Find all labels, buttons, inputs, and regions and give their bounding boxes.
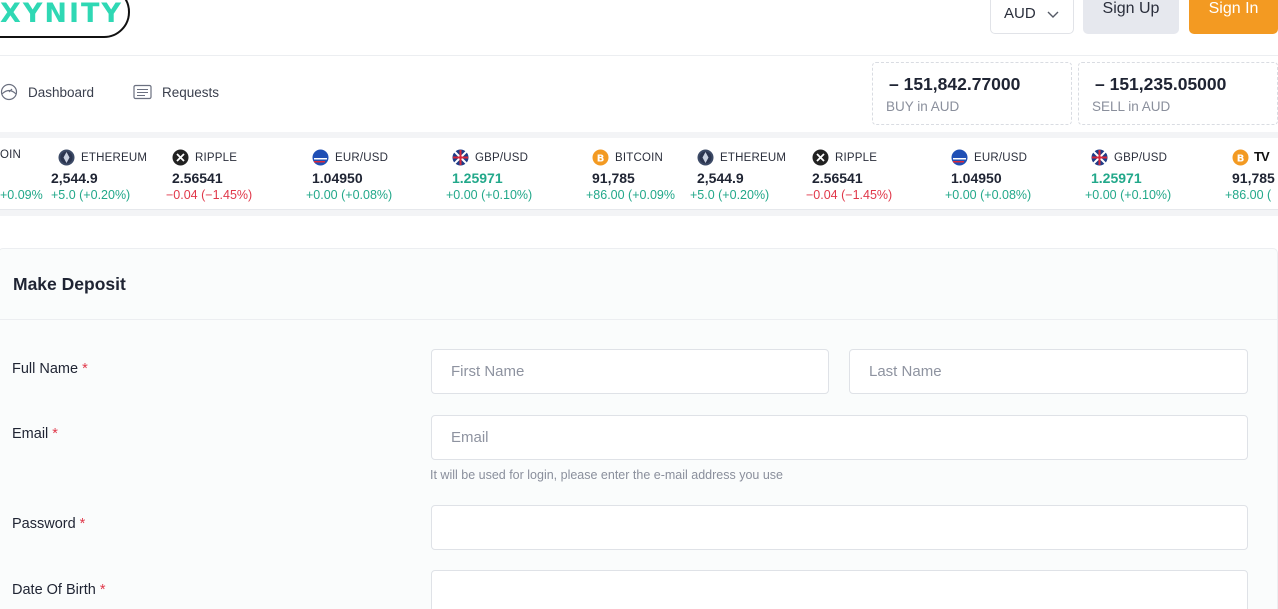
email-input[interactable] bbox=[431, 415, 1248, 460]
ripple-icon bbox=[172, 149, 189, 166]
svg-text:B: B bbox=[597, 154, 605, 165]
dashboard-icon bbox=[0, 83, 18, 101]
list-icon bbox=[133, 84, 152, 100]
card-header: Make Deposit bbox=[0, 249, 1277, 320]
ticker-name: RIPPLE bbox=[835, 151, 878, 164]
sell-price-box: – 151,235.05000 SELL in AUD bbox=[1078, 62, 1278, 125]
ripple-icon bbox=[812, 149, 829, 166]
ticker-change: −0.04 (−1.45%) bbox=[806, 188, 893, 202]
full-name-label-text: Full Name bbox=[12, 361, 79, 377]
ethereum-icon bbox=[697, 149, 714, 166]
top-header: XYNITY AUD Sign Up Sign In bbox=[0, 0, 1278, 56]
ticker-price: 1.04950 bbox=[312, 170, 363, 186]
ticker-price: 91,785 bbox=[592, 170, 635, 186]
buy-price-label: BUY in AUD bbox=[886, 99, 960, 114]
nav-row: Dashboard Requests – 151,842.77000 BUY i… bbox=[0, 56, 1278, 132]
ticker-change: +0.00 (+0.08%) bbox=[306, 188, 393, 202]
ticker-price: 1.25971 bbox=[1091, 170, 1142, 186]
sell-price-value: – 151,235.05000 bbox=[1095, 74, 1227, 94]
eur-usd-flag-icon bbox=[951, 149, 968, 166]
ticker-price: 2,544.9 bbox=[51, 170, 98, 186]
ticker-change: +0.00 (+0.08%) bbox=[945, 188, 1032, 202]
ticker-change: −0.04 (−1.45%) bbox=[166, 188, 253, 202]
required-mark: * bbox=[52, 426, 58, 442]
ticker-change: +86.00 ( bbox=[1225, 188, 1272, 202]
password-label-text: Password bbox=[12, 516, 76, 532]
chevron-down-icon bbox=[1047, 11, 1059, 18]
ticker-name: RIPPLE bbox=[195, 151, 238, 164]
ticker-tape[interactable]: OIN +0.09% ETHEREUM 2,544.9 +5.0 (+0.20%… bbox=[0, 138, 1278, 210]
email-hint: It will be used for login, please enter … bbox=[430, 468, 783, 482]
dob-label: Date Of Birth * bbox=[12, 582, 105, 598]
nav-requests[interactable]: Requests bbox=[133, 82, 219, 102]
ticker-change: +0.09% bbox=[0, 188, 43, 202]
ticker-price: 2,544.9 bbox=[697, 170, 744, 186]
ticker-price: 2.56541 bbox=[812, 170, 863, 186]
ticker-change: +5.0 (+0.20%) bbox=[690, 188, 770, 202]
currency-select[interactable]: AUD bbox=[990, 0, 1074, 34]
gbp-usd-flag-icon bbox=[1091, 149, 1108, 166]
ticker-price: 1.25971 bbox=[452, 170, 503, 186]
currency-label: AUD bbox=[1004, 5, 1036, 22]
tradingview-logo[interactable]: TV bbox=[1254, 149, 1270, 164]
page-title: Make Deposit bbox=[13, 274, 126, 294]
ticker-name: GBP/USD bbox=[1114, 151, 1168, 164]
required-mark: * bbox=[99, 582, 106, 598]
bitcoin-icon: B bbox=[1232, 149, 1249, 166]
ethereum-icon bbox=[58, 149, 75, 166]
dob-label-text: Date Of Birth bbox=[12, 582, 96, 598]
ticker-change: +0.00 (+0.10%) bbox=[1085, 188, 1172, 202]
last-name-input[interactable] bbox=[849, 349, 1248, 394]
password-input[interactable] bbox=[431, 505, 1248, 550]
full-name-label: Full Name * bbox=[12, 361, 88, 377]
bitcoin-icon: B bbox=[592, 149, 609, 166]
email-label-text: Email bbox=[12, 426, 49, 442]
gbp-usd-flag-icon bbox=[452, 149, 469, 166]
sell-price-label: SELL in AUD bbox=[1092, 99, 1171, 114]
buy-price-value: – 151,842.77000 bbox=[889, 74, 1021, 94]
sign-up-button[interactable]: Sign Up bbox=[1083, 0, 1179, 34]
first-name-input[interactable] bbox=[431, 349, 829, 394]
nav-requests-label: Requests bbox=[162, 84, 220, 100]
ticker-change: +5.0 (+0.20%) bbox=[51, 188, 131, 202]
logo-text: XYNITY bbox=[0, 0, 123, 29]
ticker-name: GBP/USD bbox=[475, 151, 529, 164]
sign-in-button[interactable]: Sign In bbox=[1189, 0, 1278, 34]
ticker-name: ETHEREUM bbox=[81, 151, 148, 164]
ticker-name: ETHEREUM bbox=[720, 151, 787, 164]
svg-text:B: B bbox=[1237, 154, 1245, 165]
required-mark: * bbox=[79, 516, 86, 532]
ticker-name: OIN bbox=[0, 149, 22, 161]
password-label: Password * bbox=[12, 516, 85, 532]
buy-price-box: – 151,842.77000 BUY in AUD bbox=[872, 62, 1072, 125]
ticker-price: 91,785 bbox=[1232, 170, 1275, 186]
ticker-name: EUR/USD bbox=[335, 151, 389, 164]
email-label: Email * bbox=[12, 426, 58, 442]
ticker-change: +0.00 (+0.10%) bbox=[446, 188, 533, 202]
nav-dashboard-label: Dashboard bbox=[28, 84, 95, 100]
logo[interactable]: XYNITY bbox=[0, 0, 130, 38]
page: XYNITY AUD Sign Up Sign In Dashboard Req… bbox=[0, 0, 1278, 609]
ticker-name: BITCOIN bbox=[615, 151, 664, 164]
date-of-birth-input[interactable] bbox=[431, 570, 1248, 609]
nav-dashboard[interactable]: Dashboard bbox=[0, 82, 94, 102]
ticker-price: 2.56541 bbox=[172, 170, 223, 186]
required-mark: * bbox=[82, 361, 88, 377]
eur-usd-flag-icon bbox=[312, 149, 329, 166]
ticker-change: +86.00 (+0.09% bbox=[586, 188, 675, 202]
ticker-name: EUR/USD bbox=[974, 151, 1028, 164]
ticker-price: 1.04950 bbox=[951, 170, 1002, 186]
